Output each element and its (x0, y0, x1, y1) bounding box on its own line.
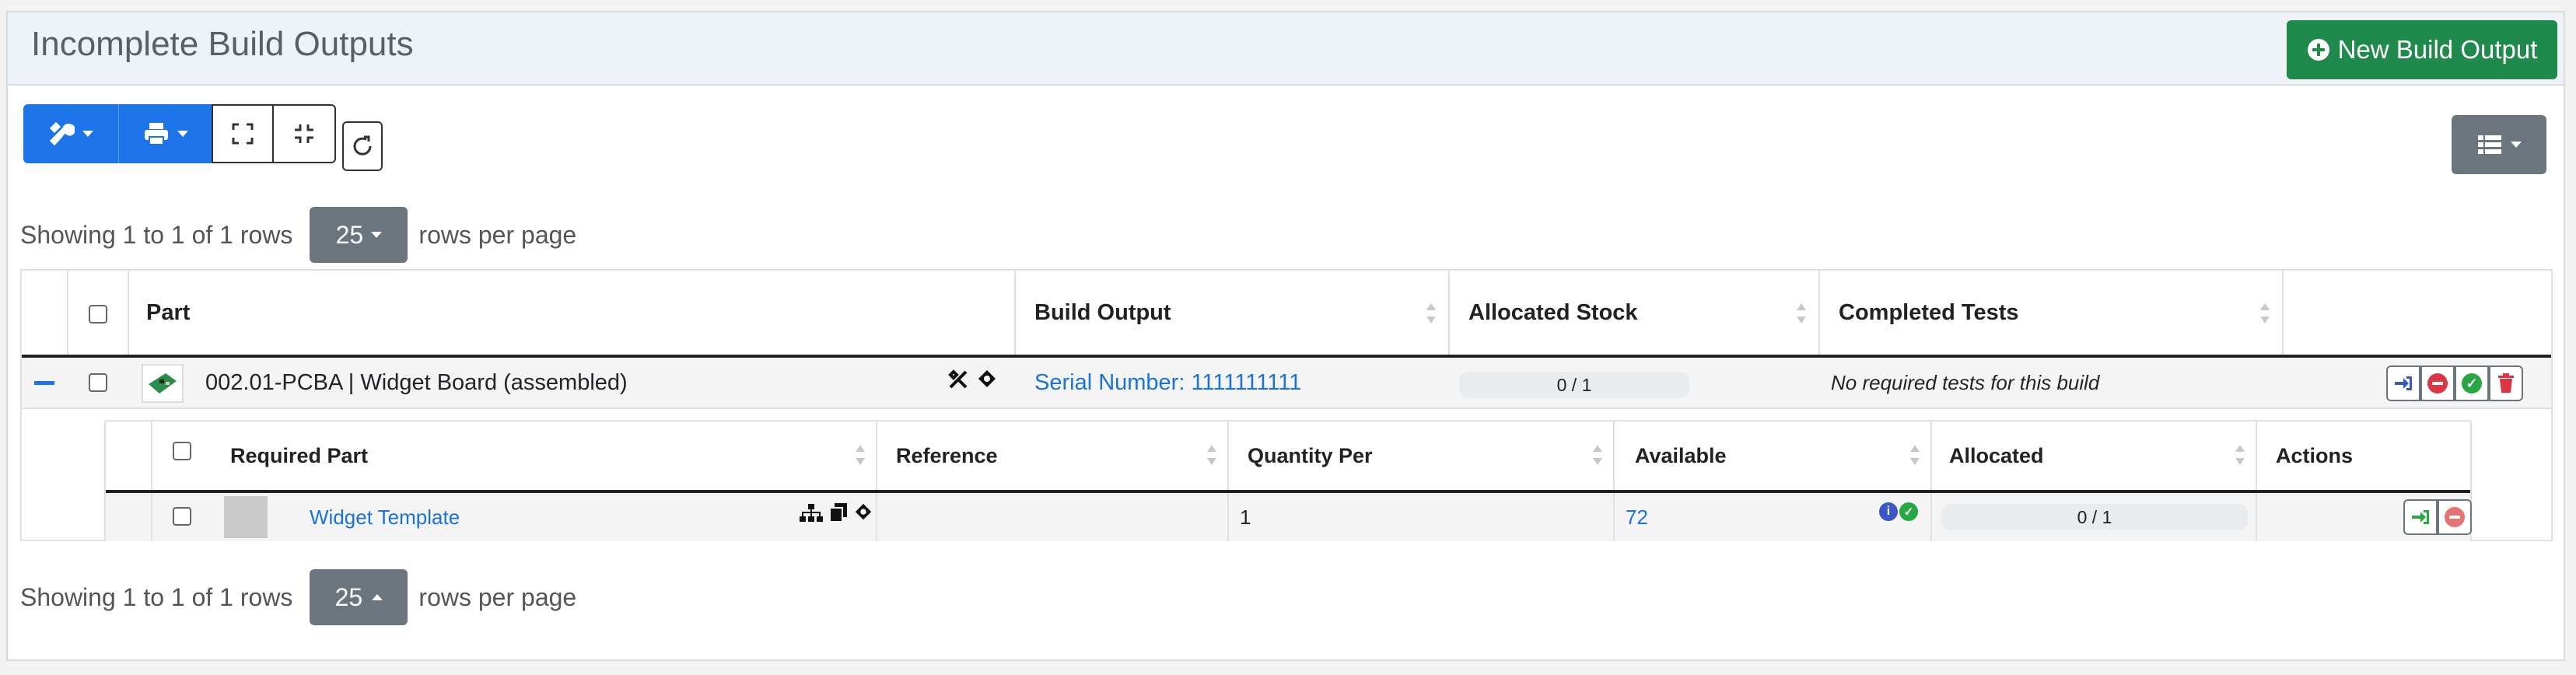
sort-icon (2235, 445, 2245, 465)
check-icon: ✓ (1899, 502, 1918, 521)
refresh-button[interactable] (342, 121, 383, 171)
panel-title: Incomplete Build Outputs (31, 25, 414, 63)
rows-per-page-label: rows per page (418, 220, 577, 249)
sitemap-icon (800, 504, 823, 522)
header-completed-tests[interactable]: Completed Tests (1839, 271, 2019, 355)
plus-circle-icon (2307, 39, 2329, 61)
allocated-stock-progress: 0 / 1 (1459, 372, 1689, 398)
header-required-part[interactable]: Required Part (230, 421, 368, 490)
table-row: Widget Template 1 72 i ✓ 0 / 1 (106, 493, 2472, 541)
sort-icon (1910, 445, 1920, 465)
part-thumbnail-placeholder (224, 496, 268, 538)
header-available[interactable]: Available (1635, 421, 1727, 490)
header-actions: Actions (2276, 443, 2354, 467)
quantity-per-value: 1 (1240, 505, 1251, 529)
unallocate-button[interactable] (2420, 365, 2455, 401)
sort-icon (1797, 303, 1806, 324)
select-all-checkbox[interactable] (89, 305, 107, 324)
page-size-dropdown[interactable]: 25 (310, 569, 408, 625)
new-build-output-label: New Build Output (2337, 35, 2538, 64)
allocate-icon (2412, 510, 2429, 524)
collapse-icon (295, 124, 313, 143)
sort-icon (1593, 445, 1602, 465)
collapse-all-button[interactable] (272, 104, 336, 163)
allocate-icon (2395, 376, 2412, 390)
sort-icon (2260, 303, 2270, 324)
build-actions-dropdown[interactable] (23, 104, 118, 163)
refresh-icon (353, 135, 372, 156)
deallocate-icon (2445, 507, 2465, 527)
page-size-dropdown[interactable]: 25 (310, 207, 408, 263)
print-dropdown[interactable] (118, 104, 212, 163)
allocate-stock-button[interactable] (2403, 499, 2438, 535)
available-link[interactable]: 72 (1626, 493, 1648, 541)
select-all-subtable-checkbox[interactable] (173, 442, 191, 460)
assembly-icon (948, 369, 968, 389)
allocated-progress: 0 / 1 (1941, 504, 2248, 530)
tag-icon (855, 503, 872, 520)
info-icon: i (1879, 502, 1898, 521)
unallocate-stock-button[interactable] (2438, 499, 2472, 535)
tools-icon (49, 121, 75, 146)
sort-icon (1207, 445, 1216, 465)
pagination-top: Showing 1 to 1 of 1 rows 25 rows per pag… (20, 207, 576, 263)
part-name: 002.01-PCBA | Widget Board (assembled) (205, 369, 628, 395)
columns-dropdown[interactable] (2452, 115, 2546, 174)
columns-icon (2478, 135, 2501, 154)
auto-allocate-button[interactable] (2386, 365, 2420, 401)
copy-icon (829, 503, 847, 523)
row-checkbox[interactable] (89, 373, 107, 392)
tag-icon (978, 370, 996, 387)
header-allocated-stock[interactable]: Allocated Stock (1468, 271, 1638, 355)
completed-tests-text: No required tests for this build (1831, 370, 2100, 394)
print-icon (144, 123, 168, 145)
pagination-bottom: Showing 1 to 1 of 1 rows 25 rows per pag… (20, 569, 576, 625)
sort-icon (856, 445, 865, 465)
expand-icon (232, 123, 254, 145)
header-quantity-per[interactable]: Quantity Per (1248, 421, 1373, 490)
header-build-output[interactable]: Build Output (1034, 271, 1171, 355)
part-thumbnail (142, 364, 184, 403)
deallocate-icon (2427, 373, 2448, 393)
delete-icon (2498, 373, 2514, 393)
rows-per-page-label: rows per page (418, 582, 577, 611)
header-allocated[interactable]: Allocated (1949, 421, 2044, 490)
delete-output-button[interactable] (2489, 365, 2523, 401)
collapse-row-icon[interactable] (34, 381, 54, 385)
pagination-info: Showing 1 to 1 of 1 rows (20, 582, 293, 611)
sort-icon (1426, 303, 1436, 324)
build-output-link[interactable]: Serial Number: 1111111111 (1034, 358, 1301, 407)
complete-icon: ✓ (2462, 373, 2482, 393)
required-part-link[interactable]: Widget Template (310, 493, 460, 541)
complete-output-button[interactable]: ✓ (2455, 365, 2489, 401)
panel-header: Incomplete Build Outputs New Build Outpu… (8, 12, 2564, 86)
subrow-checkbox[interactable] (173, 507, 191, 526)
table-row: 002.01-PCBA | Widget Board (assembled) S… (22, 358, 2551, 407)
outputs-table: Part Build Output Allocated Stock Comple… (20, 269, 2553, 541)
expand-all-button[interactable] (212, 104, 274, 163)
header-reference[interactable]: Reference (896, 421, 998, 490)
new-build-output-button[interactable]: New Build Output (2287, 20, 2557, 79)
pagination-info: Showing 1 to 1 of 1 rows (20, 220, 293, 249)
header-part[interactable]: Part (146, 271, 190, 355)
required-parts-subtable: Required Part Reference Quantity Per Ava… (104, 420, 2472, 541)
